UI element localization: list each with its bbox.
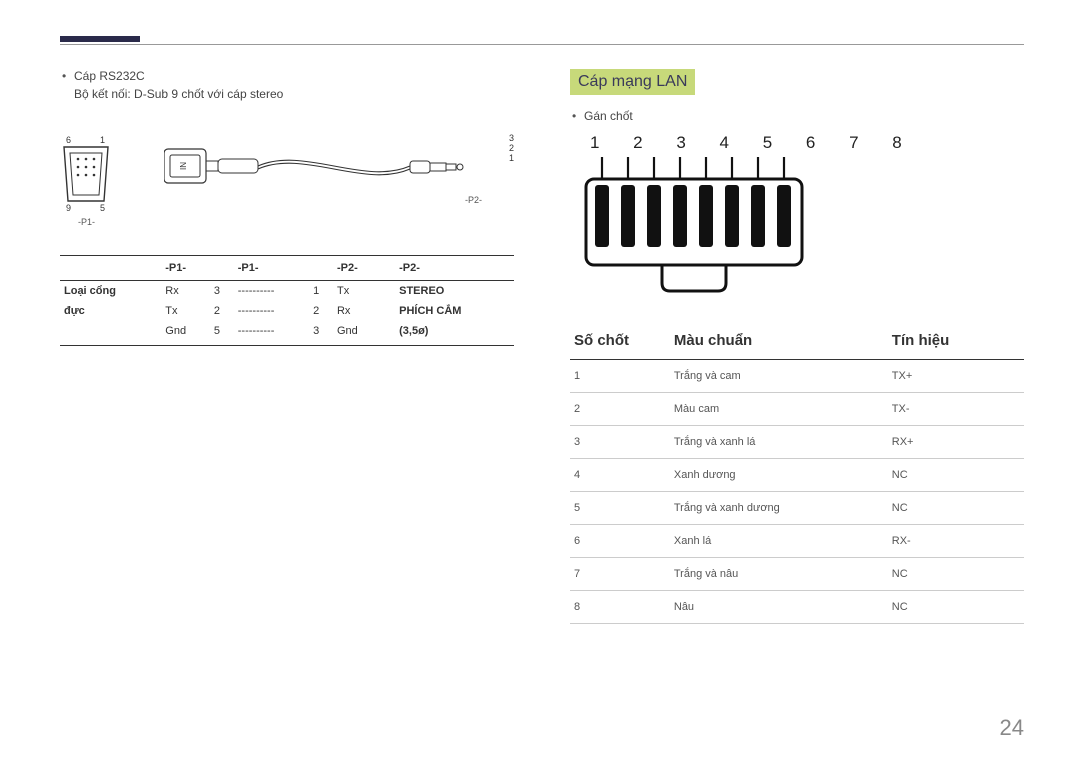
dsub-num-tl: 6 (66, 135, 71, 145)
cell: 5 (570, 492, 670, 525)
right-column: Cáp mạng LAN Gán chốt 1 2 3 4 5 6 7 8 (570, 69, 1024, 624)
cell: Rx (161, 281, 210, 302)
rowhead-0: Loại cổng (60, 281, 161, 302)
rowhead-1: đực (60, 301, 161, 321)
cell: ---------- (234, 281, 309, 302)
plug-num-1: 1 (509, 153, 514, 163)
th-blank4 (382, 256, 396, 281)
cell: ---------- (234, 321, 309, 346)
p1-label: -P1- (78, 217, 95, 227)
cell: Trắng và xanh lá (670, 426, 888, 459)
cell: RX+ (888, 426, 1024, 459)
rs232-subtext: Bộ kết nối: D-Sub 9 chốt với cáp stereo (60, 87, 514, 101)
cell: Xanh lá (670, 525, 888, 558)
cell: Xanh dương (670, 459, 888, 492)
rj45-connector-icon (584, 155, 814, 295)
cell: TX+ (888, 360, 1024, 393)
lan-section-title: Cáp mạng LAN (570, 69, 695, 95)
cell: PHÍCH CẮM (395, 301, 514, 321)
cell: 1 (309, 281, 333, 302)
cell: NC (888, 558, 1024, 591)
th-p1a: -P1- (161, 256, 210, 281)
dsub-num-tr: 1 (100, 135, 105, 145)
rs232-pinout-table: -P1- -P1- -P2- -P2- Loại cổng Rx 3 -----… (60, 255, 514, 346)
left-column: Cáp RS232C Bộ kết nối: D-Sub 9 chốt với … (60, 69, 514, 624)
th-blank2 (210, 256, 234, 281)
table-row: Loại cổng Rx 3 ---------- 1 Tx STEREO (60, 281, 514, 302)
th-blank (60, 256, 161, 281)
table-row: 8NâuNC (570, 591, 1024, 624)
table-header-row: -P1- -P1- -P2- -P2- (60, 256, 514, 281)
stereo-plug-pin-numbers: 3 2 1 (509, 133, 514, 163)
cell: NC (888, 492, 1024, 525)
svg-text:IN: IN (179, 162, 188, 170)
rs232-diagram: 6 1 9 5 -P1- IN (60, 117, 514, 237)
lan-bullet: Gán chốt (570, 109, 1024, 123)
cell: TX- (888, 393, 1024, 426)
page-number: 24 (1000, 715, 1024, 741)
cell: 6 (570, 525, 670, 558)
rj45-pin-numbers: 1 2 3 4 5 6 7 8 (590, 133, 1024, 153)
table-row: đực Tx 2 ---------- 2 Rx PHÍCH CẮM (60, 301, 514, 321)
rj45-diagram: 1 2 3 4 5 6 7 8 (584, 133, 1024, 300)
th-color: Màu chuẩn (670, 326, 888, 360)
cell: 2 (570, 393, 670, 426)
th-p1b: -P1- (234, 256, 309, 281)
cell: 1 (570, 360, 670, 393)
table-row: 6Xanh láRX- (570, 525, 1024, 558)
cell: NC (888, 591, 1024, 624)
cell: 3 (309, 321, 333, 346)
table-row: 4Xanh dươngNC (570, 459, 1024, 492)
cell: ---------- (234, 301, 309, 321)
cell: Rx (333, 301, 382, 321)
cell: 4 (570, 459, 670, 492)
th-blank3 (309, 256, 333, 281)
cell: Nâu (670, 591, 888, 624)
table-row: 2Màu camTX- (570, 393, 1024, 426)
cell: 2 (309, 301, 333, 321)
table-row: 5Trắng và xanh dươngNC (570, 492, 1024, 525)
cell: STEREO (395, 281, 514, 302)
cell: Tx (333, 281, 382, 302)
cell: Gnd (333, 321, 382, 346)
cell: Gnd (161, 321, 210, 346)
cell: 5 (210, 321, 234, 346)
plug-num-3: 3 (509, 133, 514, 143)
rowhead-2 (60, 321, 161, 346)
cell: 8 (570, 591, 670, 624)
cell: 3 (570, 426, 670, 459)
cell: 2 (210, 301, 234, 321)
table-row: 1Trắng và camTX+ (570, 360, 1024, 393)
p2-label: -P2- (465, 195, 482, 205)
cell: RX- (888, 525, 1024, 558)
cell: Màu cam (670, 393, 888, 426)
th-pin: Số chốt (570, 326, 670, 360)
cell: Trắng và nâu (670, 558, 888, 591)
table-header-row: Số chốt Màu chuẩn Tín hiệu (570, 326, 1024, 360)
cell: 3 (210, 281, 234, 302)
cell: (3,5ø) (395, 321, 514, 346)
header-rule (60, 44, 1024, 45)
table-row: 7Trắng và nâuNC (570, 558, 1024, 591)
lan-pinout-table: Số chốt Màu chuẩn Tín hiệu 1Trắng và cam… (570, 326, 1024, 624)
cell: Tx (161, 301, 210, 321)
cell: NC (888, 459, 1024, 492)
cell: Trắng và xanh dương (670, 492, 888, 525)
header-accent-bar (60, 36, 140, 42)
th-p2a: -P2- (333, 256, 382, 281)
table-row: Gnd 5 ---------- 3 Gnd (3,5ø) (60, 321, 514, 346)
cell: 7 (570, 558, 670, 591)
plug-num-2: 2 (509, 143, 514, 153)
th-signal: Tín hiệu (888, 326, 1024, 360)
content-columns: Cáp RS232C Bộ kết nối: D-Sub 9 chốt với … (60, 69, 1024, 624)
table-row: 3Trắng và xanh láRX+ (570, 426, 1024, 459)
dsub-num-br: 5 (100, 203, 105, 213)
dsub-connector-icon: 6 1 9 5 (60, 135, 116, 213)
th-p2b: -P2- (395, 256, 514, 281)
rs232-bullet: Cáp RS232C (60, 69, 514, 83)
cell: Trắng và cam (670, 360, 888, 393)
dsub-num-bl: 9 (66, 203, 71, 213)
cable-icon: IN (164, 141, 464, 191)
